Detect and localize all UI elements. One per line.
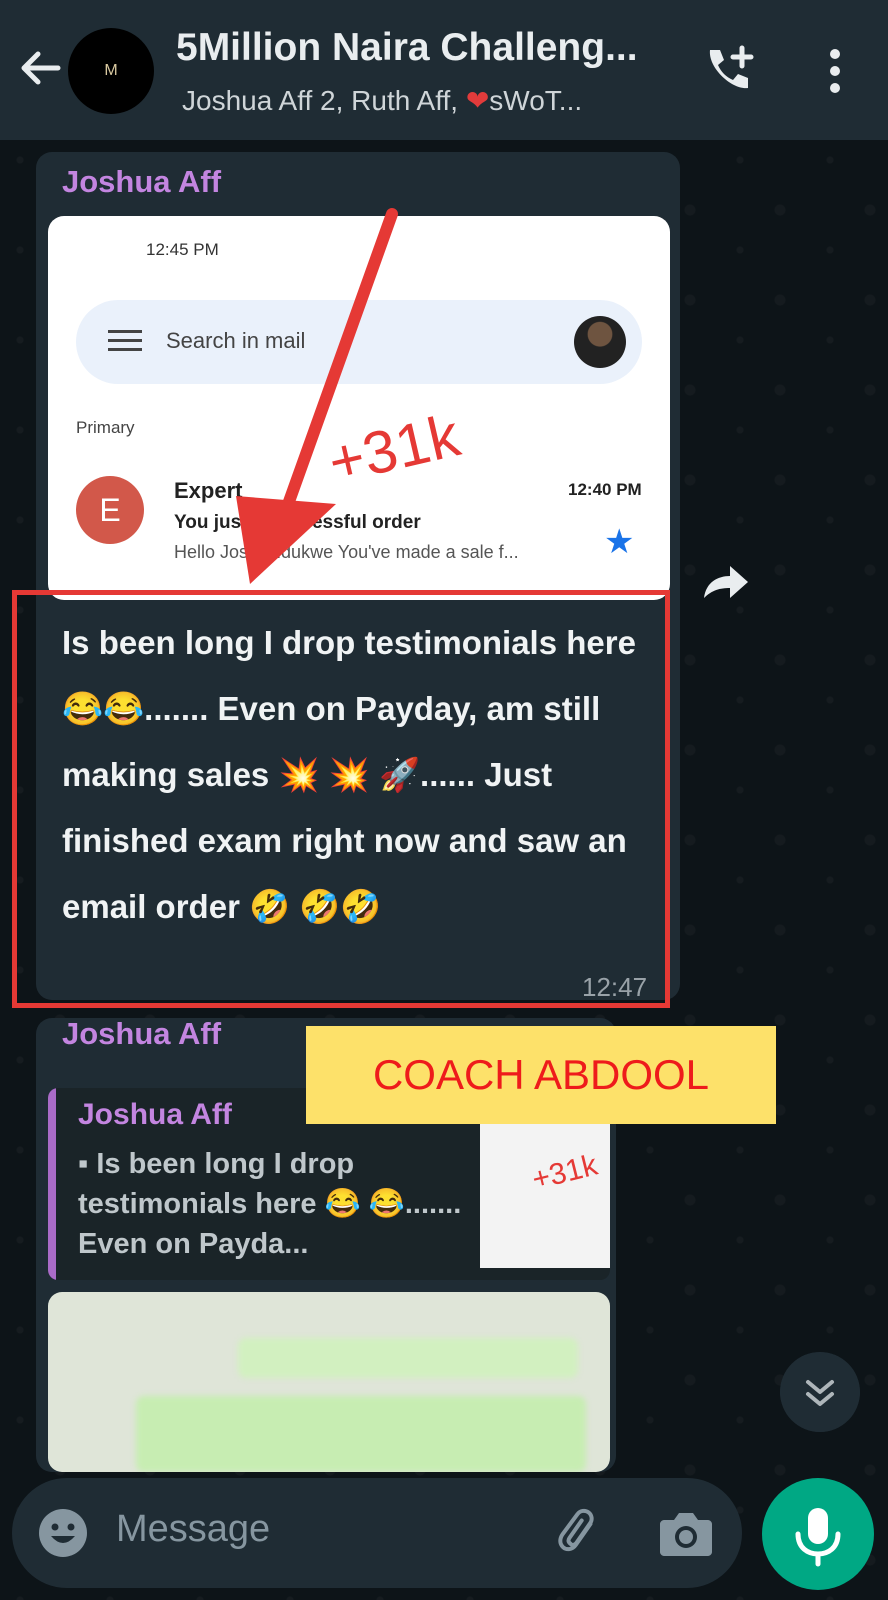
emoji-icon[interactable] xyxy=(38,1508,88,1558)
group-members[interactable]: Joshua Aff 2, Ruth Aff, ❤sWoT... xyxy=(182,84,582,117)
message-text: Is been long I drop testimonials here 😂😂… xyxy=(62,624,636,925)
forward-icon[interactable] xyxy=(690,548,760,618)
quote-thumb-annotation: +31k xyxy=(528,1148,601,1197)
menu-dots-icon[interactable] xyxy=(820,46,850,96)
sender-name-2[interactable]: Joshua Aff xyxy=(62,1016,221,1052)
mail-profile-avatar xyxy=(574,316,626,368)
email-time: 12:40 PM xyxy=(568,480,642,499)
email-from: Expert xyxy=(174,478,243,503)
quote-sender: Joshua Aff xyxy=(78,1098,232,1131)
group-avatar[interactable]: M xyxy=(68,28,154,114)
quote-accent-bar xyxy=(48,1088,56,1280)
back-arrow-icon[interactable] xyxy=(18,46,62,90)
heart-icon: ❤ xyxy=(465,85,490,116)
message-input[interactable]: Message xyxy=(116,1508,270,1551)
quote-text: ▪ Is been long I drop testimonials here … xyxy=(78,1148,462,1260)
hamburger-icon xyxy=(108,330,142,351)
quote-thumbnail: +31k xyxy=(480,1100,610,1268)
image-attachment[interactable]: 12:45 PM Search in mail Primary E Expert… xyxy=(48,216,670,600)
add-call-icon[interactable] xyxy=(702,44,758,96)
members-text-2: sWoT... xyxy=(489,85,583,116)
blurred-image-attachment[interactable] xyxy=(48,1292,610,1472)
members-text: Joshua Aff 2, Ruth Aff, xyxy=(182,85,466,116)
blurred-bubble xyxy=(238,1338,578,1378)
group-title[interactable]: 5Million Naira Challeng... xyxy=(176,26,638,70)
mic-button[interactable] xyxy=(762,1478,874,1590)
scroll-down-icon[interactable] xyxy=(780,1352,860,1432)
camera-icon[interactable] xyxy=(658,1508,714,1558)
mail-search-bar: Search in mail xyxy=(76,300,642,384)
email-sender-avatar: E xyxy=(76,476,144,544)
watermark-label: COACH ABDOOL xyxy=(306,1026,776,1124)
email-preview: Hello Jos a Ndukwe You've made a sale f.… xyxy=(174,542,519,562)
mic-icon xyxy=(795,1508,841,1567)
email-subject: You just a successful order xyxy=(174,512,421,533)
message-time: 12:47 xyxy=(582,972,648,1002)
blurred-bubble xyxy=(136,1396,586,1472)
attach-icon[interactable] xyxy=(552,1506,608,1562)
mail-section-label: Primary xyxy=(76,418,135,437)
star-icon: ★ xyxy=(604,523,635,561)
status-bar-time: 12:45 PM xyxy=(146,240,219,259)
chat-header: M 5Million Naira Challeng... Joshua Aff … xyxy=(0,0,888,140)
mail-search-placeholder: Search in mail xyxy=(166,328,306,353)
message-input-bar[interactable]: Message xyxy=(12,1478,742,1588)
sender-name[interactable]: Joshua Aff xyxy=(62,164,221,200)
